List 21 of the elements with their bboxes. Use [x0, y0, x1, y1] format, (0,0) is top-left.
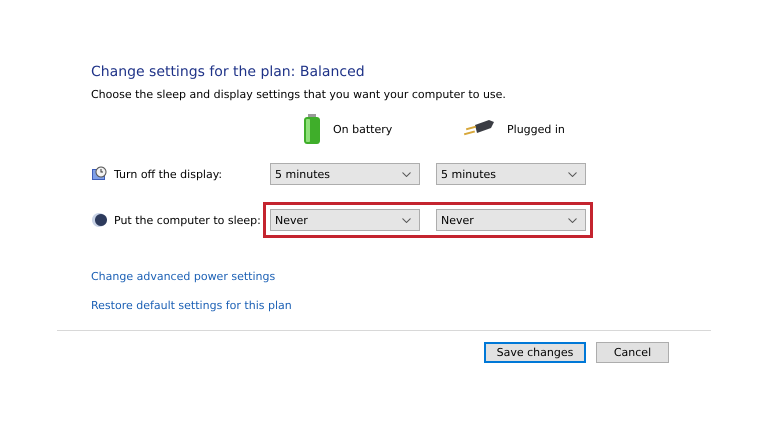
dropdown[interactable]: 5 minutes: [270, 163, 420, 185]
column-label: Plugged in: [507, 122, 565, 136]
chevron-down-icon: [568, 172, 577, 176]
chevron-down-icon: [402, 172, 411, 176]
dialog-button[interactable]: Cancel: [596, 342, 669, 363]
column-label: On battery: [333, 122, 392, 136]
setting-label: Put the computer to sleep:: [114, 214, 261, 226]
chevron-down-icon: [402, 218, 411, 222]
setting-label: Turn off the display:: [114, 168, 222, 180]
page-title: Change settings for the plan: Balanced: [91, 64, 366, 80]
monitor-clock-icon: [91, 166, 107, 182]
dropdown[interactable]: Never: [436, 209, 586, 231]
link[interactable]: Change advanced power settings: [91, 270, 768, 283]
chevron-down-icon: [568, 218, 577, 222]
moon-icon: [91, 212, 107, 228]
instructions-text: Choose the sleep and display settings that you want your computer to use.: [91, 88, 507, 101]
dropdown[interactable]: 5 minutes: [436, 163, 586, 185]
link[interactable]: Restore default settings for this plan: [91, 299, 768, 312]
dropdown[interactable]: Never: [270, 209, 420, 231]
dialog-button[interactable]: Save changes: [484, 342, 586, 363]
battery-icon: [303, 114, 321, 144]
